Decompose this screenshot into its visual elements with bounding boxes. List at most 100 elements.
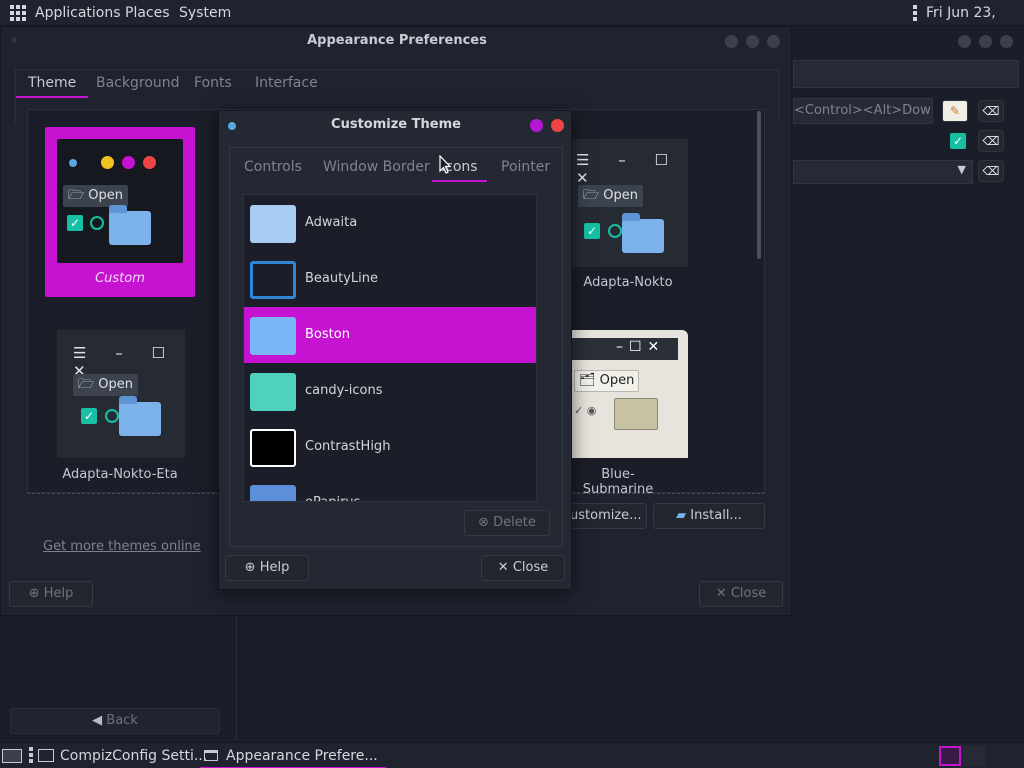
dot-icon bbox=[101, 156, 114, 169]
close-window-button[interactable] bbox=[767, 35, 780, 48]
preview-open-button: 🗂 Open bbox=[574, 370, 640, 392]
task-appearance[interactable]: Appearance Prefere... bbox=[200, 743, 386, 768]
install-button[interactable]: ▰ Install... bbox=[653, 503, 765, 529]
bg-dropdown[interactable]: ▼ bbox=[793, 160, 973, 184]
dialog-close-button[interactable] bbox=[551, 119, 564, 132]
tab-background[interactable]: Background bbox=[96, 70, 180, 98]
window-icon bbox=[204, 750, 218, 761]
customize-notebook: Controls Window Border Icons Pointer Adw… bbox=[229, 147, 563, 547]
window-menu-dot[interactable] bbox=[11, 37, 17, 43]
icon-theme-name: ePapirus bbox=[305, 475, 360, 501]
checkbox-icon: ✓ bbox=[67, 215, 83, 231]
theme-card-custom[interactable]: 🗁 Open ✓ Custom bbox=[45, 127, 195, 297]
theme-preview: ☰ – ☐ ✕ 🗁 Open ✓ bbox=[568, 139, 688, 267]
theme-preview: ☰ – ☐ ✕ 🗁 Open ✓ bbox=[57, 330, 185, 458]
clear-icon[interactable]: ⌫ bbox=[978, 100, 1004, 122]
task-label: CompizConfig Setti... bbox=[60, 748, 208, 764]
tab-fonts[interactable]: Fonts bbox=[194, 70, 232, 98]
list-item[interactable]: ContrastHigh bbox=[244, 419, 536, 475]
menu-places[interactable]: Places bbox=[125, 0, 170, 26]
help-label: Help bbox=[43, 586, 74, 601]
customize-tabs: Controls Window Border Icons Pointer bbox=[230, 148, 562, 184]
clock[interactable]: Fri Jun 23, 13:02 bbox=[926, 0, 1024, 47]
radio-icon bbox=[105, 409, 119, 423]
clear-icon[interactable]: ⌫ bbox=[978, 130, 1004, 152]
tab-controls[interactable]: Controls bbox=[244, 156, 302, 182]
folder-open-icon: 🗁 bbox=[78, 377, 95, 392]
apps-grid-icon[interactable] bbox=[10, 5, 26, 21]
folder-icon bbox=[250, 261, 296, 299]
menu-applications[interactable]: Applications bbox=[35, 0, 121, 26]
separator-dots-icon bbox=[29, 747, 33, 763]
theme-label: Adapta-Nokto-Eta bbox=[62, 467, 178, 482]
theme-preview: –☐✕ 🗂 Open ✓ ◉ bbox=[568, 330, 688, 458]
window-controls-icon: ☰ – ☐ ✕ bbox=[576, 151, 680, 187]
menu-system[interactable]: System bbox=[179, 0, 231, 26]
preview-open-label: Open bbox=[603, 188, 638, 203]
panel-menu-dots-icon[interactable] bbox=[913, 5, 917, 21]
icon-theme-name: Boston bbox=[305, 327, 350, 342]
tab-interface[interactable]: Interface bbox=[255, 70, 318, 98]
icon-theme-list: Adwaita BeautyLine Boston candy-icons Co… bbox=[243, 194, 537, 502]
folder-icon bbox=[250, 317, 296, 355]
tab-window-border[interactable]: Window Border bbox=[323, 156, 430, 182]
theme-card-adapta-nokto[interactable]: ☰ – ☐ ✕ 🗁 Open ✓ Adapta-Nokto bbox=[568, 127, 728, 297]
bg-maximize-button[interactable] bbox=[979, 35, 992, 48]
window-title: Appearance Preferences bbox=[307, 33, 487, 48]
folder-icon bbox=[250, 205, 296, 243]
customize-button[interactable]: ustomize... bbox=[561, 503, 647, 529]
back-arrow-icon: ◀ bbox=[92, 713, 103, 728]
dialog-help-button[interactable]: ⊕ Help bbox=[225, 555, 309, 581]
list-item[interactable]: BeautyLine bbox=[244, 251, 536, 307]
theme-card-blue-submarine[interactable]: –☐✕ 🗂 Open ✓ ◉ Blue-Submarine bbox=[568, 330, 728, 497]
close-icon: ✕ bbox=[497, 560, 509, 575]
compiz-icon bbox=[38, 749, 54, 762]
dialog-maximize-button[interactable] bbox=[530, 119, 543, 132]
theme-grid-scrollbar[interactable] bbox=[757, 111, 761, 259]
dialog-close-button-bottom[interactable]: ✕ Close bbox=[481, 555, 565, 581]
install-label: Install... bbox=[690, 508, 742, 523]
folder-icon bbox=[622, 213, 664, 253]
bg-enabled-checkbox[interactable]: ✓ bbox=[950, 133, 966, 149]
show-desktop-icon[interactable] bbox=[2, 749, 22, 763]
dialog-menu-dot[interactable] bbox=[228, 122, 236, 130]
minimize-button[interactable] bbox=[725, 35, 738, 48]
edit-icon[interactable]: ✎ bbox=[942, 100, 968, 122]
bg-close-button[interactable] bbox=[1000, 35, 1013, 48]
tab-theme[interactable]: Theme bbox=[16, 70, 89, 98]
task-compizconfig[interactable]: CompizConfig Setti... bbox=[38, 743, 207, 768]
bg-row-empty bbox=[793, 60, 1019, 88]
theme-label: Adapta-Nokto bbox=[583, 275, 673, 290]
bg-divider bbox=[236, 615, 237, 740]
checkbox-icon: ✓ ◉ bbox=[574, 404, 597, 417]
help-label: Help bbox=[259, 560, 290, 575]
delete-button[interactable]: ⊗ Delete bbox=[464, 510, 550, 536]
icon-theme-name: candy-icons bbox=[305, 383, 383, 398]
help-icon: ⊕ bbox=[244, 560, 256, 575]
clear-icon[interactable]: ⌫ bbox=[978, 160, 1004, 182]
close-label: Close bbox=[730, 586, 767, 601]
close-button[interactable]: ✕ Close bbox=[699, 581, 783, 607]
back-button[interactable]: ◀ Back bbox=[10, 708, 220, 734]
theme-card-adapta-nokto-eta[interactable]: ☰ – ☐ ✕ 🗁 Open ✓ Adapta-Nokto-Eta bbox=[45, 330, 195, 490]
shortcut-field[interactable]: <Control><Alt>Down bbox=[793, 98, 933, 124]
chevron-down-icon: ▼ bbox=[957, 163, 966, 176]
list-item[interactable]: Adwaita bbox=[244, 195, 536, 251]
preview-open-label: Open bbox=[88, 188, 123, 203]
icon-theme-name: ContrastHigh bbox=[305, 439, 391, 454]
maximize-button[interactable] bbox=[746, 35, 759, 48]
help-button[interactable]: ⊕ Help bbox=[9, 581, 93, 607]
tab-pointer[interactable]: Pointer bbox=[501, 156, 550, 182]
workspace-switcher-icon[interactable] bbox=[939, 746, 961, 766]
bg-minimize-button[interactable] bbox=[958, 35, 971, 48]
get-more-themes-link[interactable]: Get more themes online bbox=[43, 539, 201, 554]
folder-icon bbox=[614, 398, 658, 430]
list-item[interactable]: Boston bbox=[244, 307, 536, 363]
workspace-2[interactable] bbox=[963, 746, 985, 766]
folder-open-icon: 🗁 bbox=[68, 188, 85, 203]
list-item[interactable]: ePapirus bbox=[244, 475, 536, 501]
list-item[interactable]: candy-icons bbox=[244, 363, 536, 419]
close-icon: ✕ bbox=[715, 586, 727, 601]
top-panel: Applications Places System Fri Jun 23, 1… bbox=[0, 0, 1024, 47]
preview-open-label: Open bbox=[98, 377, 133, 392]
